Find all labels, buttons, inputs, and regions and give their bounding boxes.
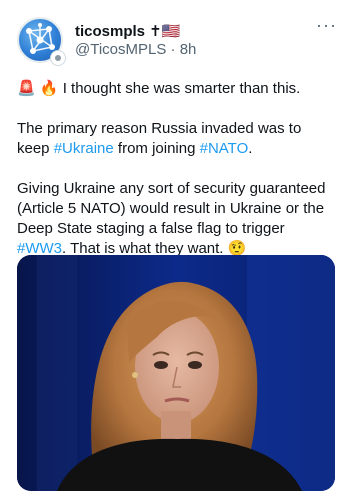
hashtag-ukraine[interactable]: #Ukraine: [54, 140, 114, 157]
verified-badge-icon: [50, 50, 66, 66]
handle-line: @TicosMPLS · 8h: [75, 41, 196, 59]
tweet-image[interactable]: [17, 255, 335, 491]
photo-of-woman: [17, 255, 335, 491]
tweet: ticosmpls ✝🇺🇸 @TicosMPLS · 8h ··· 🚨 🔥 I …: [0, 0, 352, 500]
alert-fire-emoji: 🚨 🔥: [17, 80, 59, 97]
tweet-paragraph: Giving Ukraine any sort of security guar…: [17, 180, 326, 257]
user-handle[interactable]: @TicosMPLS: [75, 41, 166, 58]
tweet-text: 🚨 🔥 I thought she was smarter than this.…: [17, 79, 337, 279]
tweet-paragraph: 🚨 🔥 I thought she was smarter than this.: [17, 80, 301, 97]
hashtag-nato[interactable]: #NATO: [200, 140, 249, 157]
more-options-icon[interactable]: ···: [316, 16, 337, 34]
tweet-paragraph: The primary reason Russia invaded was to…: [17, 120, 302, 157]
display-name[interactable]: ticosmpls ✝🇺🇸: [75, 23, 180, 41]
post-timestamp[interactable]: 8h: [180, 41, 197, 58]
separator-dot: ·: [170, 41, 176, 58]
